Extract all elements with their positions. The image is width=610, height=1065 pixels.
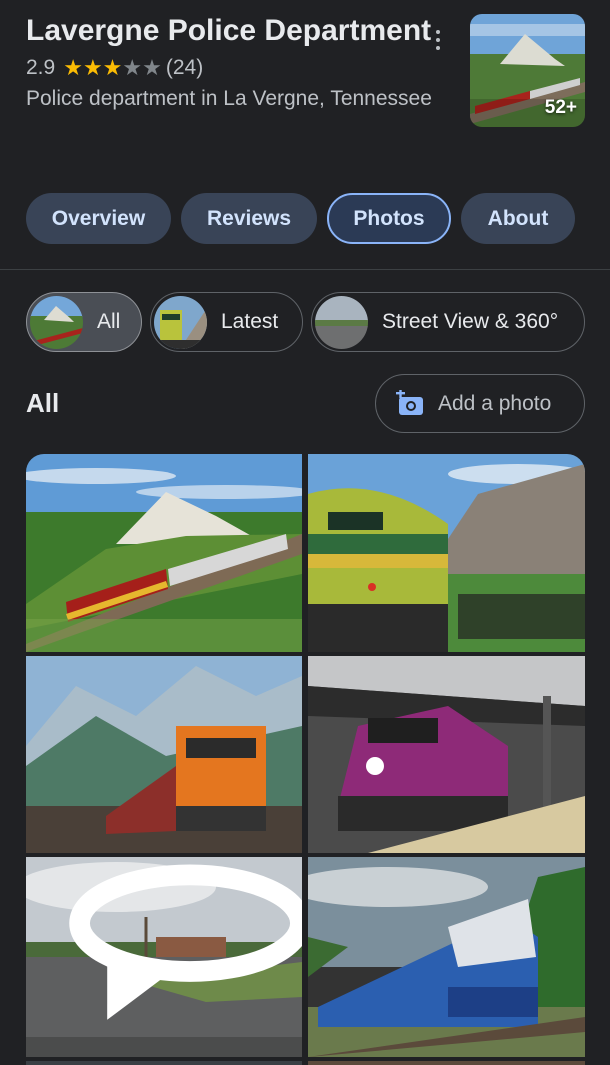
- chip-latest[interactable]: Latest: [150, 292, 303, 352]
- hero-photo-thumbnail[interactable]: 52+: [470, 14, 585, 127]
- star-empty-icon: ★: [122, 55, 143, 80]
- chip-label: Street View & 360°: [382, 310, 559, 333]
- place-header: Lavergne Police Department 2.9 ★ ★ ★ ★ ★…: [26, 10, 446, 112]
- photo-tile[interactable]: [308, 1061, 585, 1065]
- place-tabs: Overview Reviews Photos About: [26, 193, 575, 244]
- photo-tile[interactable]: [26, 1061, 302, 1065]
- chip-street-view-thumbnail: [315, 295, 368, 349]
- chip-label: All: [97, 310, 121, 333]
- star-rating: ★ ★ ★ ★ ★: [63, 57, 162, 79]
- photo-tile[interactable]: [308, 454, 585, 652]
- place-title: Lavergne Police Department: [26, 14, 432, 47]
- chip-all-thumbnail: [30, 295, 83, 349]
- chip-all[interactable]: All: [26, 292, 142, 352]
- star-filled-icon: ★: [63, 55, 83, 80]
- add-photo-button[interactable]: Add a photo: [375, 374, 585, 433]
- review-count: (24): [165, 56, 204, 79]
- photo-grid: [26, 454, 585, 1065]
- tab-overview[interactable]: Overview: [26, 193, 171, 244]
- add-photo-icon: [396, 389, 423, 415]
- photo-tile[interactable]: [26, 656, 302, 853]
- tab-photos[interactable]: Photos: [327, 193, 451, 244]
- tab-about[interactable]: About: [461, 193, 575, 244]
- chip-street-view[interactable]: Street View & 360°: [311, 292, 585, 352]
- place-category: Police department in La Vergne, Tennesse…: [26, 87, 432, 110]
- section-title: All: [26, 388, 60, 418]
- photo-tile[interactable]: [308, 656, 585, 853]
- photo-count-badge: 52+: [544, 97, 577, 118]
- photo-green-locomotive-6147: [308, 454, 585, 652]
- photo-tile[interactable]: [26, 454, 302, 652]
- photo-filter-chips: All Latest Street View & 360°: [26, 292, 585, 352]
- add-photo-label: Add a photo: [438, 391, 552, 415]
- photo-purple-commuter-train: [308, 656, 585, 853]
- more-vert-icon[interactable]: [426, 24, 450, 56]
- rotate-360-icon: [69, 864, 302, 1020]
- photo-blue-passenger-train: [308, 857, 585, 1057]
- rating-value: 2.9: [26, 56, 56, 79]
- star-filled-icon: ★: [82, 55, 103, 80]
- chip-label: Latest: [221, 310, 279, 333]
- tab-reviews[interactable]: Reviews: [181, 193, 317, 244]
- chip-latest-thumbnail: [154, 295, 207, 349]
- photo-orange-freight-train: [26, 656, 302, 853]
- photo-tile[interactable]: [26, 857, 302, 1057]
- photo-tile[interactable]: [308, 857, 585, 1057]
- section-divider: [0, 269, 610, 270]
- star-filled-icon: ★: [102, 55, 123, 80]
- rating-row[interactable]: 2.9 ★ ★ ★ ★ ★ (24): [26, 53, 446, 83]
- photo-red-train-hill: [26, 454, 302, 652]
- star-empty-icon: ★: [142, 55, 162, 80]
